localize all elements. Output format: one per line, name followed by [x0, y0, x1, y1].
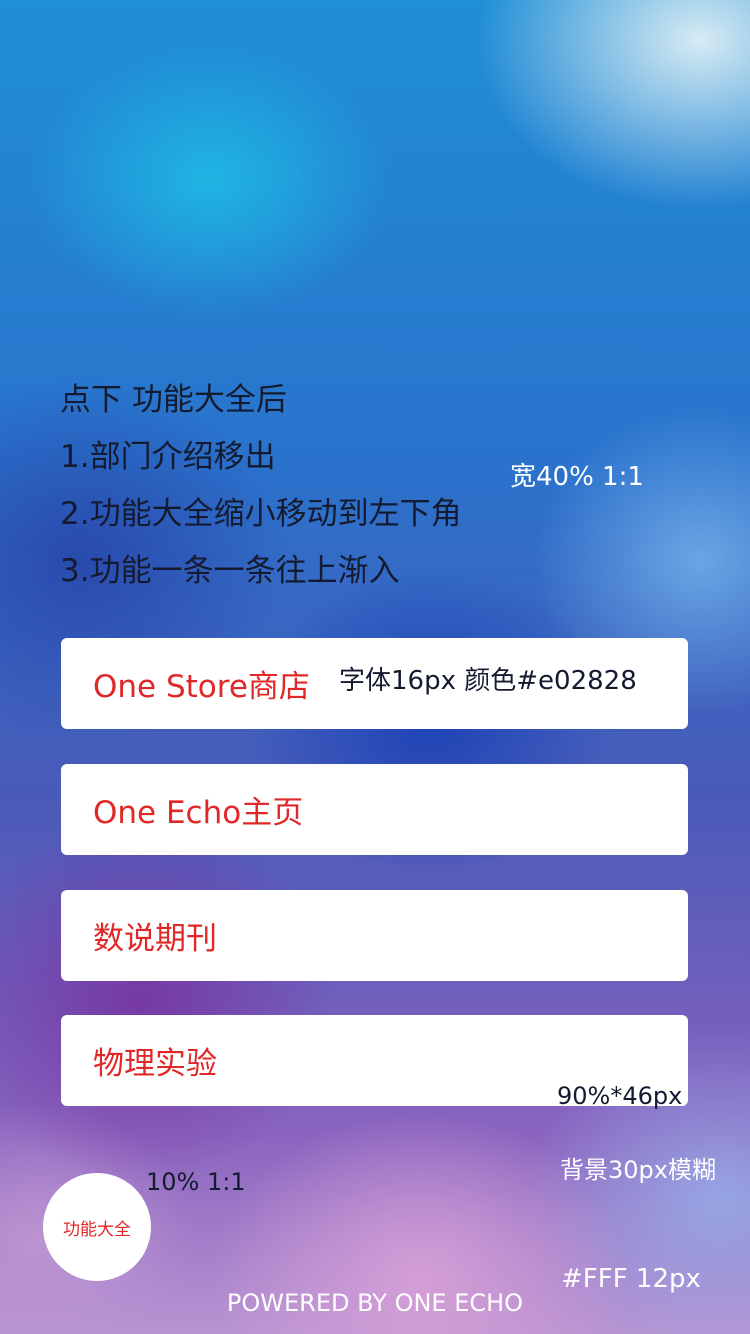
features-button[interactable]: 功能大全 [43, 1173, 151, 1281]
footer-powered-by: POWERED BY ONE ECHO [226, 1289, 524, 1317]
annotation-font-spec: 字体16px 颜色#e02828 [339, 666, 637, 696]
instruction-line-4: 3.功能一条一条往上渐入 [60, 553, 400, 589]
instruction-line-2: 1.部门介绍移出 [60, 439, 276, 475]
menu-item-journal[interactable]: 数说期刊 [61, 890, 688, 981]
menu-item-label: 数说期刊 [93, 921, 217, 957]
instruction-line-3: 2.功能大全缩小移动到左下角 [60, 496, 462, 532]
annotation-item-size: 90%*46px [557, 1082, 683, 1110]
menu-item-one-echo[interactable]: One Echo主页 [61, 764, 688, 855]
features-button-label: 功能大全 [63, 1219, 131, 1240]
annotation-fab-size: 10% 1:1 [146, 1168, 246, 1196]
instruction-line-1: 点下 功能大全后 [60, 382, 287, 418]
menu-item-label: One Echo主页 [93, 795, 304, 831]
annotation-fab-width: 宽40% 1:1 [510, 462, 644, 492]
instruction-text: 点下 功能大全后 1.部门介绍移出 2.功能大全缩小移动到左下角 3.功能一条一… [60, 372, 462, 600]
annotation-blur: 背景30px模糊 [560, 1156, 716, 1184]
menu-item-label: 物理实验 [93, 1046, 217, 1082]
menu-item-label: One Store商店 [93, 669, 310, 705]
